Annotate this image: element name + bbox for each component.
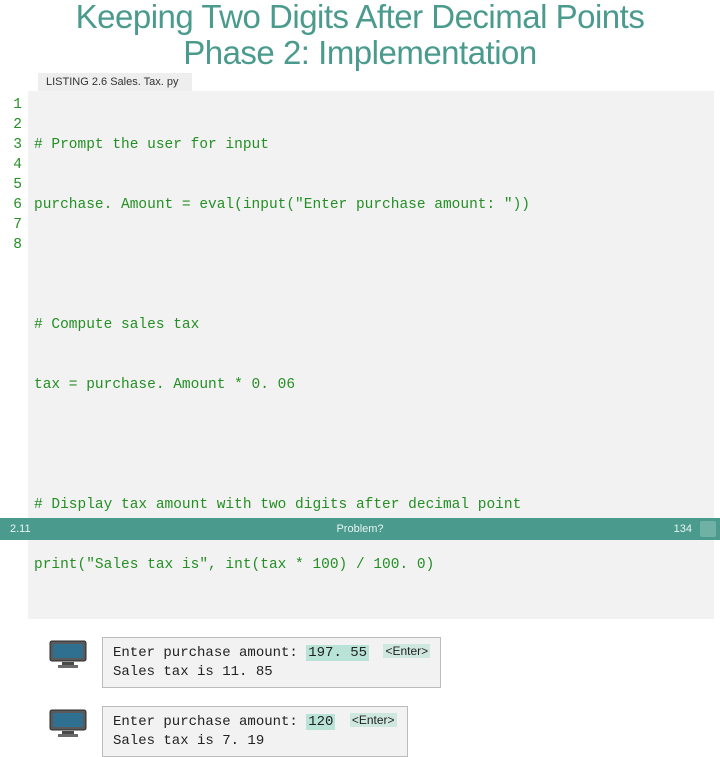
sample-run: Enter purchase amount: 120 <Enter> Sales…: [48, 706, 720, 757]
user-input: 197. 55: [306, 645, 369, 661]
footer-section-number: 2.11: [10, 523, 31, 535]
line-number: 6: [10, 195, 22, 215]
line-number: 4: [10, 155, 22, 175]
console-output: Enter purchase amount: 197. 55 <Enter> S…: [102, 637, 441, 688]
output-result: Sales tax is 7. 19: [113, 733, 264, 749]
enter-key-badge: <Enter>: [350, 713, 397, 727]
footer-menu-icon[interactable]: [700, 521, 716, 537]
output-result: Sales tax is 11. 85: [113, 664, 273, 680]
code-line: [34, 255, 530, 275]
output-prompt: Enter purchase amount:: [113, 714, 306, 730]
line-number: 5: [10, 175, 22, 195]
code-line: # Display tax amount with two digits aft…: [34, 495, 530, 515]
footer-page-number: 134: [674, 523, 692, 535]
monitor-icon: [48, 639, 88, 669]
enter-key-badge: <Enter>: [383, 644, 430, 658]
line-number: 8: [10, 235, 22, 255]
code-line: [34, 435, 530, 455]
line-number: 7: [10, 215, 22, 235]
console-output: Enter purchase amount: 120 <Enter> Sales…: [102, 706, 408, 757]
listing-tab: LISTING 2.6 Sales. Tax. py: [38, 73, 192, 91]
monitor-icon: [48, 708, 88, 738]
slide-title: Keeping Two Digits After Decimal Points …: [0, 0, 720, 71]
line-number: 2: [10, 115, 22, 135]
code-line: tax = purchase. Amount * 0. 06: [34, 375, 530, 395]
code-line: print("Sales tax is", int(tax * 100) / 1…: [34, 555, 530, 575]
output-prompt: Enter purchase amount:: [113, 645, 306, 661]
code-line: # Compute sales tax: [34, 315, 530, 335]
code-line: purchase. Amount = eval(input("Enter pur…: [34, 195, 530, 215]
sample-runs: Enter purchase amount: 197. 55 <Enter> S…: [48, 637, 720, 757]
title-line-2: Phase 2: Implementation: [40, 35, 680, 71]
footer-center-text: Problem?: [0, 523, 720, 535]
line-number: 1: [10, 95, 22, 115]
user-input: 120: [306, 714, 335, 730]
slide-footer: 2.11 Problem? 134: [0, 518, 720, 540]
line-number: 3: [10, 135, 22, 155]
sample-run: Enter purchase amount: 197. 55 <Enter> S…: [48, 637, 720, 688]
title-line-1: Keeping Two Digits After Decimal Points: [40, 0, 680, 35]
code-line: # Prompt the user for input: [34, 135, 530, 155]
